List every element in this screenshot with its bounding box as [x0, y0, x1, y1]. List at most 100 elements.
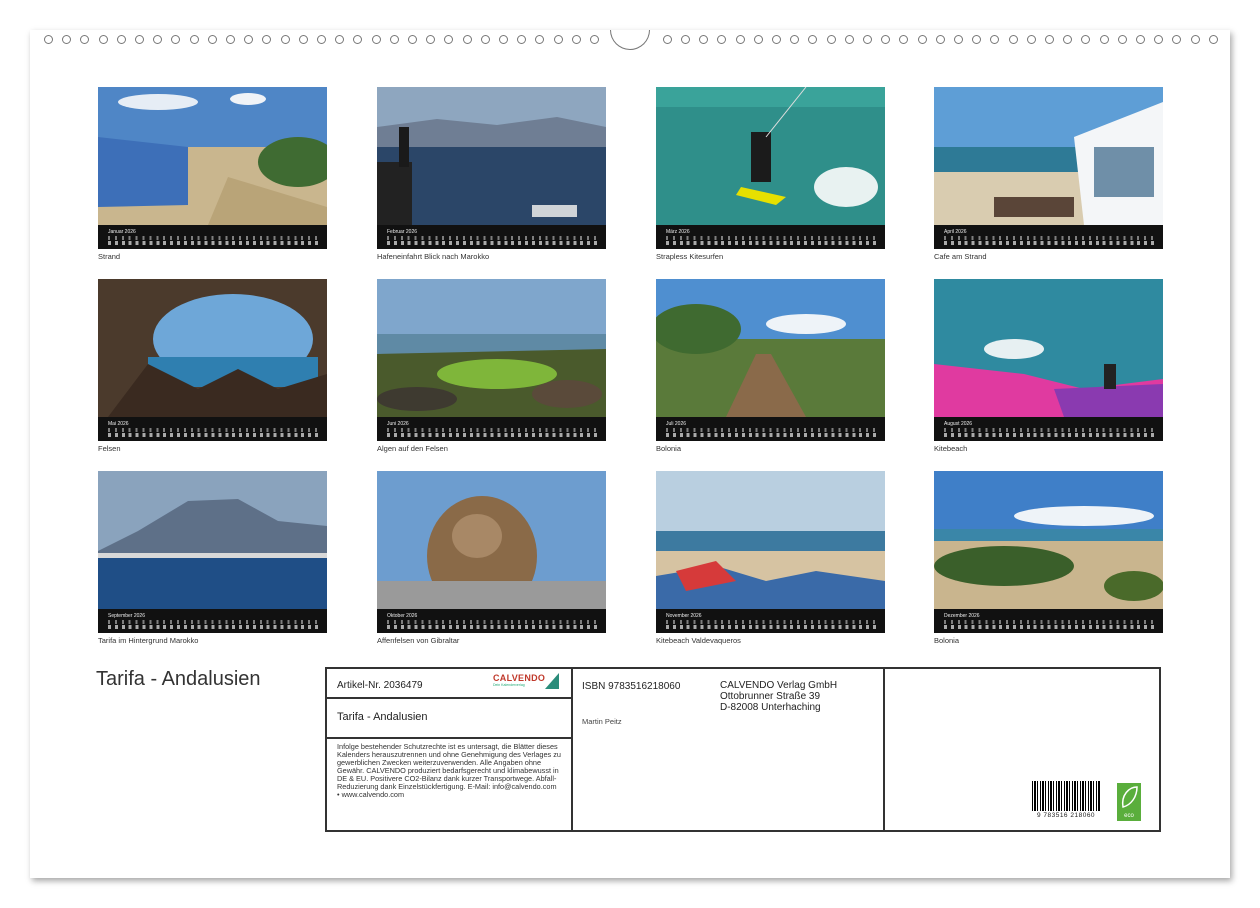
binding-ring	[153, 35, 162, 44]
photo-boardwalk	[656, 279, 885, 417]
binding-ring	[262, 35, 271, 44]
calendar-strip: März 2026	[656, 225, 885, 249]
binding-ring	[899, 35, 908, 44]
binding-ring	[1100, 35, 1109, 44]
photo-caption: Cafe am Strand	[934, 252, 1163, 261]
month-label: Oktober 2026	[387, 613, 417, 619]
isbn: ISBN 9783516218060	[582, 681, 680, 692]
eco-leaf-icon: eco	[1117, 783, 1141, 821]
calendar-strip: Februar 2026	[377, 225, 606, 249]
binding-ring	[1027, 35, 1036, 44]
binding-ring	[1136, 35, 1145, 44]
month-label: Januar 2026	[108, 229, 136, 235]
month-card: Juli 2026 Bolonia	[656, 279, 885, 453]
month-card: September 2026 Tarifa im Hintergrund Mar…	[98, 471, 327, 645]
calendar-strip: April 2026	[934, 225, 1163, 249]
binding-ring	[353, 35, 362, 44]
photo-beach-cafe	[934, 87, 1163, 225]
binding-ring	[117, 35, 126, 44]
binding-ring	[827, 35, 836, 44]
binding-ring	[936, 35, 945, 44]
photo-caption: Felsen	[98, 444, 327, 453]
binding-ring	[845, 35, 854, 44]
month-label: Dezember 2026	[944, 613, 980, 619]
month-card: August 2026 Kitebeach	[934, 279, 1163, 453]
month-label: Juli 2026	[666, 421, 686, 427]
photo-kitebeach-valdevaqueros	[656, 471, 885, 609]
binding-ring	[1209, 35, 1218, 44]
month-label: Februar 2026	[387, 229, 417, 235]
binding-ring	[572, 35, 581, 44]
binding-ring	[317, 35, 326, 44]
binding-ring	[1118, 35, 1127, 44]
binding-ring	[208, 35, 217, 44]
binding-ring	[881, 35, 890, 44]
publisher-name: CALVENDO Verlag GmbH	[720, 680, 837, 691]
eco-label: eco	[1117, 813, 1141, 819]
legal-notice: Infolge bestehender Schutzrechte ist es …	[327, 739, 571, 803]
binding-ring	[535, 35, 544, 44]
binding-ring	[463, 35, 472, 44]
binding-ring	[772, 35, 781, 44]
publisher-address: CALVENDO Verlag GmbH Ottobrunner Straße …	[720, 680, 837, 713]
binding-ring	[736, 35, 745, 44]
calendar-sheet: Januar 2026 Strand Februar 2026 Hafenein…	[30, 30, 1230, 878]
binding-ring	[1009, 35, 1018, 44]
binding-ring	[281, 35, 290, 44]
binding-ring	[699, 35, 708, 44]
photo-harbour-statue	[377, 87, 606, 225]
publisher-city: D-82008 Unterhaching	[720, 702, 837, 713]
product-title: Tarifa - Andalusien	[337, 711, 428, 723]
binding-ring	[62, 35, 71, 44]
month-card: Mai 2026 Felsen	[98, 279, 327, 453]
photo-caption: Affenfelsen von Gibraltar	[377, 636, 606, 645]
binding-ring	[1191, 35, 1200, 44]
info-column-right: 9 783516 218060 eco	[885, 669, 1159, 830]
binding-ring	[1045, 35, 1054, 44]
month-label: September 2026	[108, 613, 145, 619]
binding-ring	[372, 35, 381, 44]
publisher-street: Ottobrunner Straße 39	[720, 691, 837, 702]
binding-ring	[444, 35, 453, 44]
month-label: August 2026	[944, 421, 972, 427]
photo-rock-arch	[98, 279, 327, 417]
article-row: Artikel-Nr. 2036479 CALVENDO Dein Kalend…	[327, 669, 571, 699]
calvendo-logo: CALVENDO Dein Kalenderverlag	[493, 673, 559, 693]
month-card: Oktober 2026 Affenfelsen von Gibraltar	[377, 471, 606, 645]
binding-ring	[335, 35, 344, 44]
calendar-strip: November 2026	[656, 609, 885, 633]
binding-ring	[244, 35, 253, 44]
binding-ring	[44, 35, 53, 44]
month-card: Januar 2026 Strand	[98, 87, 327, 261]
photo-caption: Hafeneinfahrt Blick nach Marokko	[377, 252, 606, 261]
month-card: Juni 2026 Algen auf den Felsen	[377, 279, 606, 453]
month-card: April 2026 Cafe am Strand	[934, 87, 1163, 261]
binding-ring	[863, 35, 872, 44]
binding-ring	[663, 35, 672, 44]
info-column-left: Artikel-Nr. 2036479 CALVENDO Dein Kalend…	[327, 669, 573, 830]
calendar-strip: Mai 2026	[98, 417, 327, 441]
info-box: Artikel-Nr. 2036479 CALVENDO Dein Kalend…	[325, 667, 1161, 832]
calendar-strip: Januar 2026	[98, 225, 327, 249]
calendar-strip: September 2026	[98, 609, 327, 633]
binding-ring	[990, 35, 999, 44]
binding-ring	[426, 35, 435, 44]
month-label: April 2026	[944, 229, 967, 235]
photo-bolonia-dunes	[934, 471, 1163, 609]
month-card: Dezember 2026 Bolonia	[934, 471, 1163, 645]
binding-ring	[99, 35, 108, 44]
photo-caption: Strand	[98, 252, 327, 261]
binding-ring	[299, 35, 308, 44]
binding-ring	[80, 35, 89, 44]
info-column-middle: ISBN 9783516218060 Martin Peitz CALVENDO…	[573, 669, 885, 830]
binding-ring	[954, 35, 963, 44]
photo-caption: Kitebeach Valdevaqueros	[656, 636, 885, 645]
photo-caption: Algen auf den Felsen	[377, 444, 606, 453]
binding-ring	[499, 35, 508, 44]
binding-ring	[1081, 35, 1090, 44]
binding-ring	[135, 35, 144, 44]
binding-ring	[226, 35, 235, 44]
photo-caption: Strapless Kitesurfen	[656, 252, 885, 261]
photo-algae-rocks	[377, 279, 606, 417]
binding-ring	[717, 35, 726, 44]
